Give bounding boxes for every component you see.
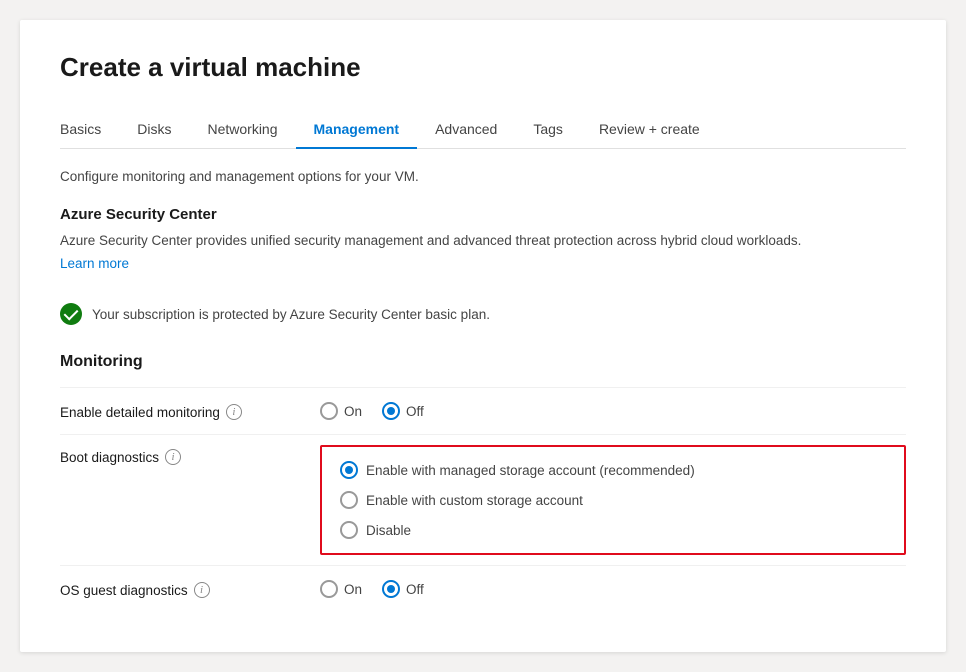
tab-advanced[interactable]: Advanced xyxy=(417,111,515,149)
monitoring-title: Monitoring xyxy=(60,353,906,371)
boot-diagnostics-managed-option[interactable]: Enable with managed storage account (rec… xyxy=(340,461,886,479)
boot-diagnostics-custom-option[interactable]: Enable with custom storage account xyxy=(340,491,886,509)
azure-security-section: Azure Security Center Azure Security Cen… xyxy=(60,206,906,325)
tab-review-create[interactable]: Review + create xyxy=(581,111,718,149)
boot-diagnostics-label: Boot diagnostics i xyxy=(60,445,320,465)
os-guest-off-option[interactable]: Off xyxy=(382,580,424,598)
enable-detailed-monitoring-control: On Off xyxy=(320,402,444,420)
security-status-row: Your subscription is protected by Azure … xyxy=(60,303,906,325)
boot-diagnostics-custom-radio[interactable] xyxy=(340,491,358,509)
tab-management[interactable]: Management xyxy=(296,111,418,149)
os-guest-off-radio[interactable] xyxy=(382,580,400,598)
os-guest-on-radio[interactable] xyxy=(320,580,338,598)
detailed-monitoring-on-option[interactable]: On xyxy=(320,402,362,420)
security-status-text: Your subscription is protected by Azure … xyxy=(92,307,490,322)
page-subtitle: Configure monitoring and management opti… xyxy=(60,169,906,184)
enable-detailed-monitoring-label: Enable detailed monitoring i xyxy=(60,402,320,420)
enable-detailed-monitoring-info-icon[interactable]: i xyxy=(226,404,242,420)
os-guest-diagnostics-control: On Off xyxy=(320,580,444,598)
os-guest-diagnostics-row: OS guest diagnostics i On Off xyxy=(60,565,906,612)
tab-tags[interactable]: Tags xyxy=(515,111,581,149)
tab-bar: Basics Disks Networking Management Advan… xyxy=(60,111,906,149)
os-guest-on-option[interactable]: On xyxy=(320,580,362,598)
azure-security-desc: Azure Security Center provides unified s… xyxy=(60,231,906,251)
detailed-monitoring-on-radio[interactable] xyxy=(320,402,338,420)
tab-disks[interactable]: Disks xyxy=(119,111,189,149)
page-title: Create a virtual machine xyxy=(60,52,906,83)
learn-more-link[interactable]: Learn more xyxy=(60,256,129,271)
tab-networking[interactable]: Networking xyxy=(189,111,295,149)
azure-security-title: Azure Security Center xyxy=(60,206,906,223)
boot-diagnostics-disable-radio[interactable] xyxy=(340,521,358,539)
boot-diagnostics-row: Boot diagnostics i Enable with managed s… xyxy=(60,434,906,565)
boot-diagnostics-info-icon[interactable]: i xyxy=(165,449,181,465)
os-guest-diagnostics-info-icon[interactable]: i xyxy=(194,582,210,598)
tab-basics[interactable]: Basics xyxy=(60,111,119,149)
enable-detailed-monitoring-row: Enable detailed monitoring i On Off xyxy=(60,387,906,434)
boot-diagnostics-options-box: Enable with managed storage account (rec… xyxy=(320,445,906,555)
monitoring-section: Monitoring Enable detailed monitoring i … xyxy=(60,353,906,612)
boot-diagnostics-disable-option[interactable]: Disable xyxy=(340,521,886,539)
check-circle-icon xyxy=(60,303,82,325)
detailed-monitoring-off-option[interactable]: Off xyxy=(382,402,424,420)
detailed-monitoring-off-radio[interactable] xyxy=(382,402,400,420)
boot-diagnostics-managed-radio[interactable] xyxy=(340,461,358,479)
main-card: Create a virtual machine Basics Disks Ne… xyxy=(20,20,946,652)
os-guest-diagnostics-label: OS guest diagnostics i xyxy=(60,580,320,598)
